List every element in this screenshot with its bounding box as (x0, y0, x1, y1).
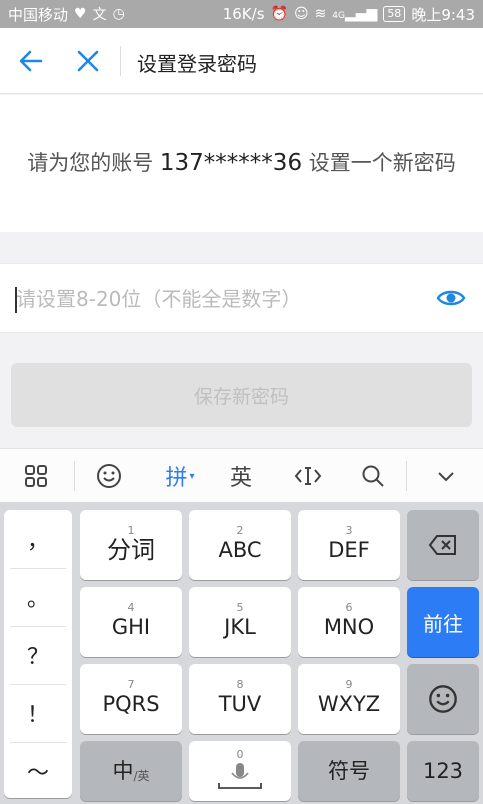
punct-question[interactable]: ？ (4, 626, 72, 684)
key-label-cn: 中 (112, 759, 134, 783)
text-cursor (15, 287, 17, 313)
close-icon[interactable] (73, 46, 103, 76)
key-label: ABC (218, 538, 262, 562)
key-2-abc[interactable]: 2 ABC (189, 510, 291, 580)
key-number: 0 (236, 748, 244, 761)
network-speed: 16K/s (222, 5, 265, 23)
key-label: WXYZ (317, 692, 381, 716)
english-mode-button[interactable]: 英 (220, 449, 262, 503)
keyboard-toolbar: 拼 ▾ 英 (0, 448, 483, 502)
eye-icon[interactable] (436, 286, 466, 310)
punct-exclaim[interactable]: ！ (4, 684, 72, 742)
toolbar-divider (74, 461, 75, 491)
key-label: 123 (422, 759, 464, 783)
alarm-clock-icon: ⏰ (270, 6, 288, 22)
save-password-button[interactable]: 保存新密码 (11, 363, 472, 427)
key-number: 9 (345, 678, 353, 691)
page-title: 设置登录密码 (137, 52, 257, 76)
clock: 晚上9:43 (411, 5, 475, 24)
key-1-fenci[interactable]: 1 分词 (80, 510, 182, 580)
cursor-move-icon[interactable] (286, 449, 330, 503)
punct-period[interactable]: 。 (4, 568, 72, 626)
keyboard: ， 。 ？ ！ ～ 1 分词 2 ABC 3 DEF 4 GHI 5 JKL 6… (0, 502, 483, 804)
key-label-en: /英 (133, 768, 150, 783)
go-key[interactable]: 前往 (407, 587, 479, 657)
key-label: PQRS (102, 692, 160, 716)
app-notification-icon: 文 (92, 7, 107, 23)
key-label: DEF (328, 538, 370, 562)
caret-down-icon: ▾ (189, 470, 195, 482)
key-label: 符号 (328, 759, 370, 783)
key-8-tuv[interactable]: 8 TUV (189, 664, 291, 734)
emoji-key[interactable] (407, 664, 479, 734)
search-icon[interactable] (352, 449, 394, 503)
backspace-icon (428, 535, 456, 555)
key-6-mno[interactable]: 6 MNO (298, 587, 400, 657)
header-divider (120, 46, 121, 76)
backspace-key[interactable] (407, 510, 479, 580)
apps-grid-icon[interactable] (14, 449, 58, 503)
key-number: 6 (345, 601, 353, 614)
key-7-pqrs[interactable]: 7 PQRS (80, 664, 182, 734)
microphone-icon (218, 763, 262, 789)
password-input[interactable] (14, 282, 414, 316)
space-key[interactable]: 0 (189, 741, 291, 801)
info-prefix: 请为您的账号 (27, 151, 154, 175)
signal-type: 4G (332, 11, 345, 21)
info-text: 请为您的账号 137******36 设置一个新密码 (27, 147, 456, 180)
key-4-ghi[interactable]: 4 GHI (80, 587, 182, 657)
carrier-label: 中国移动 (8, 5, 69, 24)
pinyin-mode-button[interactable]: 拼 ▾ (156, 449, 204, 503)
alarm-icon: ◷ (112, 6, 125, 22)
toolbar-divider (406, 461, 407, 491)
punctuation-column[interactable]: ， 。 ？ ！ ～ (4, 510, 72, 798)
key-label: TUV (218, 692, 262, 716)
key-label: GHI (111, 615, 151, 639)
chinese-english-toggle-key[interactable]: 中/英 (80, 741, 182, 801)
signal-icon: 4G▂▄▆ (332, 6, 378, 22)
key-number: 4 (127, 601, 135, 614)
numbers-key[interactable]: 123 (407, 741, 479, 801)
key-label: JKL (224, 615, 256, 639)
arrow-left-icon[interactable] (16, 46, 46, 76)
info-suffix: 设置一个新密码 (308, 151, 456, 175)
account-number: 137******36 (159, 150, 303, 176)
key-3-def[interactable]: 3 DEF (298, 510, 400, 580)
battery-icon: 58 (383, 6, 406, 22)
pinyin-label: 拼 (165, 466, 188, 491)
heart-icon: ♥ (74, 6, 87, 22)
eye-protect-icon: ☺ (293, 6, 309, 22)
status-bar: 中国移动 ♥ 文 ◷ 16K/s ⏰ ☺ ≋ 4G▂▄▆ 58 晚上9:43 (0, 0, 483, 28)
password-row (0, 263, 483, 333)
key-number: 7 (127, 678, 135, 691)
battery-level: 58 (387, 7, 402, 20)
emoji-icon (429, 685, 457, 713)
account-info: 请为您的账号 137******36 设置一个新密码 (0, 95, 483, 232)
key-number: 3 (345, 524, 353, 537)
punct-tilde[interactable]: ～ (4, 742, 72, 800)
key-label: MNO (323, 615, 375, 639)
key-label: 分词 (107, 536, 155, 564)
punct-comma[interactable]: ， (4, 510, 72, 568)
key-number: 8 (236, 678, 244, 691)
wifi-icon: ≋ (314, 6, 327, 22)
chevron-down-icon[interactable] (424, 449, 468, 503)
symbols-key[interactable]: 符号 (298, 741, 400, 801)
emoji-icon[interactable] (88, 449, 130, 503)
key-number: 2 (236, 524, 244, 537)
key-number: 5 (236, 601, 244, 614)
app-header: 设置登录密码 (0, 28, 483, 94)
key-9-wxyz[interactable]: 9 WXYZ (298, 664, 400, 734)
key-5-jkl[interactable]: 5 JKL (189, 587, 291, 657)
